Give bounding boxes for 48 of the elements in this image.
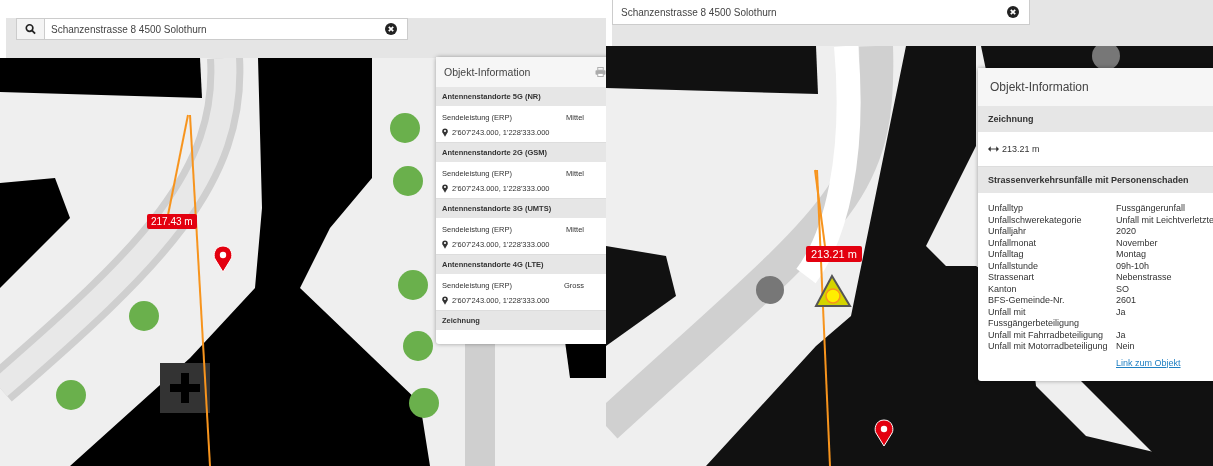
attribute-value: Nein [1116, 341, 1136, 353]
section-heading: Strassenverkehrsunfälle mit Personenschaden [978, 167, 1213, 193]
object-link[interactable]: Link zum Objekt [1116, 357, 1213, 369]
distance-text: 213.21 m [1002, 144, 1040, 154]
attribute-label: BFS-Gemeinde-Nr. [988, 295, 1066, 307]
attribute-value: Montag [1116, 249, 1148, 261]
attribute-value: 2601 [1116, 295, 1138, 307]
plus-icon [160, 363, 210, 413]
location-pin-icon [442, 240, 448, 249]
section-heading: Zeichnung [978, 106, 1213, 132]
attribute-label: Kanton [988, 283, 1018, 295]
search-field[interactable]: Schanzenstrasse 8 4500 Solothurn [16, 18, 408, 40]
location-pin-icon [442, 128, 448, 137]
attribute-value: SO [1116, 283, 1130, 295]
attribute-label: Unfallstunde [988, 260, 1040, 272]
attribute-label: Unfallschwerekategorie [988, 214, 1083, 226]
attribute-value: Fussgängerunfall [1116, 203, 1187, 215]
search-field[interactable]: Schanzenstrasse 8 4500 Solothurn [612, 0, 1030, 25]
attribute-value: Ja [1116, 306, 1127, 319]
attribute-label: Unfall mit Motorradbeteiligung [988, 341, 1109, 353]
attribute-label: Strassenart [988, 272, 1036, 284]
clear-icon[interactable] [385, 23, 397, 35]
panel-title: Objekt-Information [990, 80, 1089, 94]
location-pin-icon [442, 296, 448, 305]
attribute-value: Unfall mit Leichtverletzte [1116, 214, 1213, 226]
map-pin-icon [213, 245, 233, 273]
attribute-value: November [1116, 237, 1159, 249]
attribute-label: Unfall mit Fussgängerbeteiligung [988, 306, 1081, 330]
attribute-label: Unfallmonat [988, 237, 1038, 249]
clear-icon[interactable] [1007, 6, 1019, 18]
measure-label: 213.21 m [806, 246, 862, 262]
attribute-value: Ja [1116, 329, 1127, 341]
panel-title: Objekt-Information [444, 66, 532, 78]
double-arrow-icon [988, 146, 999, 152]
attribute-value: Nebenstrasse [1116, 272, 1173, 284]
warning-triangle-icon [814, 273, 852, 307]
measure-label: 217.43 m [147, 214, 197, 229]
search-icon [17, 19, 45, 39]
attribute-value: 09h-10h [1116, 260, 1151, 272]
map-pin-icon [874, 419, 894, 447]
location-pin-icon [442, 184, 448, 193]
attribute-label: Unfalltag [988, 249, 1025, 261]
search-input[interactable]: Schanzenstrasse 8 4500 Solothurn [613, 6, 1007, 18]
attribute-value: 2020 [1116, 226, 1138, 238]
attribute-label: Unfalljahr [988, 226, 1028, 238]
attribute-label: Unfall mit Fahrradbeteiligung [988, 329, 1105, 341]
search-input[interactable]: Schanzenstrasse 8 4500 Solothurn [45, 23, 385, 35]
attribute-label: Unfalltyp [988, 203, 1024, 215]
